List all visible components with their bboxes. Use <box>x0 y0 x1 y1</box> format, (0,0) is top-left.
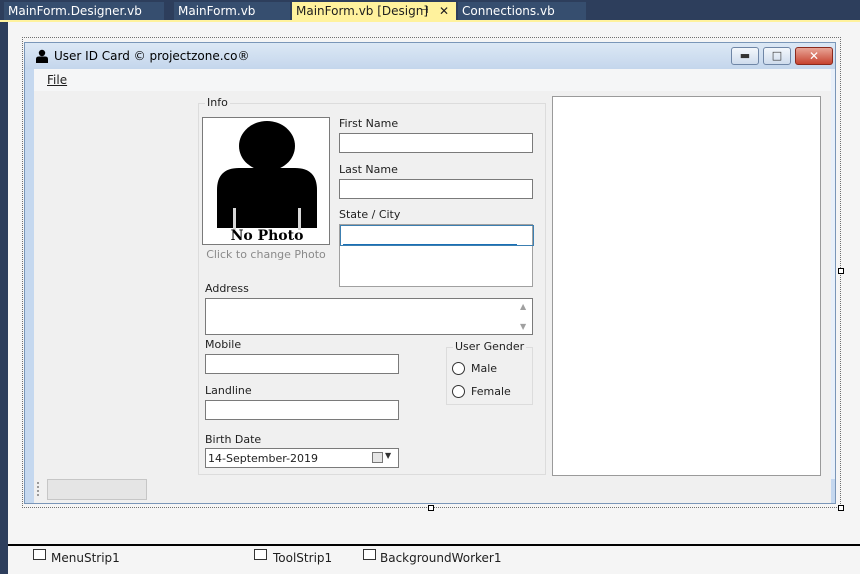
photo-box[interactable]: No Photo <box>202 117 330 245</box>
form-window[interactable]: User ID Card © projectzone.co® ▬ □ ✕ Fil… <box>24 42 836 504</box>
document-tab-strip: MainForm.Designer.vb MainForm.vb MainFor… <box>0 0 860 20</box>
gender-group-legend: User Gender <box>453 340 527 353</box>
photo-caption: No Photo <box>230 228 304 244</box>
female-radio[interactable] <box>452 385 465 398</box>
state-city-list[interactable] <box>339 224 534 287</box>
mobile-field[interactable] <box>205 354 399 374</box>
menustrip-icon <box>33 549 46 560</box>
scroll-up-icon[interactable]: ▲ <box>520 302 526 311</box>
mobile-label: Mobile <box>205 338 242 351</box>
toolstrip-icon <box>254 549 267 560</box>
state-city-input[interactable] <box>340 225 534 246</box>
birth-date-label: Birth Date <box>205 433 262 446</box>
birth-date-value: 14-September-2019 <box>208 452 319 465</box>
tool-strip <box>34 477 831 501</box>
state-city-label: State / City <box>339 208 401 221</box>
menu-strip: File <box>34 69 831 91</box>
maximize-icon: □ <box>771 49 783 62</box>
female-radio-label: Female <box>471 385 511 398</box>
tab-mainform-design[interactable]: MainForm.vb [Design] ⊣ ✕ <box>292 2 456 20</box>
minimize-icon: ▬ <box>739 49 751 62</box>
resize-handle-bottom-right[interactable] <box>838 505 844 511</box>
menu-file[interactable]: File <box>47 73 67 87</box>
minimize-button[interactable]: ▬ <box>731 47 759 65</box>
address-scrollbar[interactable]: ▲ ▼ <box>517 300 531 333</box>
tab-label: Connections.vb <box>462 4 555 18</box>
date-dropdown-button[interactable]: ▼ <box>370 451 396 465</box>
scroll-down-icon[interactable]: ▼ <box>520 322 526 331</box>
form-client-area: File Info No Photo Click to change Photo… <box>34 69 831 503</box>
resize-handle-right[interactable] <box>838 268 844 274</box>
tab-connections-vb[interactable]: Connections.vb <box>458 2 586 20</box>
maximize-button[interactable]: □ <box>763 47 791 65</box>
tab-label: MainForm.vb <box>178 4 256 18</box>
chevron-down-icon: ▼ <box>385 451 392 460</box>
birth-date-picker[interactable]: 14-September-2019 ▼ <box>205 448 399 468</box>
landline-field[interactable] <box>205 400 399 420</box>
form-title-bar[interactable]: User ID Card © projectzone.co® ▬ □ ✕ <box>25 43 835 69</box>
close-button[interactable]: ✕ <box>795 47 833 65</box>
close-icon: ✕ <box>808 49 820 63</box>
tray-menustrip1[interactable]: MenuStrip1 <box>51 551 120 565</box>
male-radio-label: Male <box>471 362 498 375</box>
resize-handle-bottom[interactable] <box>428 505 434 511</box>
toolstrip-item[interactable] <box>47 479 147 500</box>
info-group-legend: Info <box>205 96 230 109</box>
form-title: User ID Card © projectzone.co® <box>54 49 250 63</box>
person-silhouette-icon <box>217 121 317 230</box>
form-frame-strip <box>831 69 835 479</box>
landline-label: Landline <box>205 384 252 397</box>
backgroundworker-icon <box>363 549 376 560</box>
tab-label: MainForm.Designer.vb <box>8 4 142 18</box>
first-name-label: First Name <box>339 117 399 130</box>
user-icon <box>36 49 48 63</box>
photo-hint: Click to change Photo <box>206 248 326 261</box>
tray-backgroundworker1[interactable]: BackgroundWorker1 <box>380 551 502 565</box>
male-radio[interactable] <box>452 362 465 375</box>
address-field[interactable]: ▲ ▼ <box>205 298 533 335</box>
last-name-field[interactable] <box>339 179 533 199</box>
address-label: Address <box>205 282 249 295</box>
toolstrip-grip[interactable] <box>37 482 39 496</box>
tab-mainform-vb[interactable]: MainForm.vb <box>174 2 290 20</box>
menu-file-label: File <box>47 73 68 87</box>
tab-mainform-designer-vb[interactable]: MainForm.Designer.vb <box>4 2 164 20</box>
last-name-label: Last Name <box>339 163 398 176</box>
focus-underline <box>343 244 517 245</box>
close-icon[interactable]: ✕ <box>439 2 449 20</box>
component-tray: MenuStrip1 ToolStrip1 BackgroundWorker1 <box>8 546 860 574</box>
calendar-icon <box>372 452 383 463</box>
tab-label: MainForm.vb [Design] <box>296 4 429 18</box>
pin-icon[interactable]: ⊣ <box>420 2 429 20</box>
card-preview-panel[interactable] <box>552 96 821 476</box>
first-name-field[interactable] <box>339 133 533 153</box>
tray-toolstrip1[interactable]: ToolStrip1 <box>273 551 332 565</box>
